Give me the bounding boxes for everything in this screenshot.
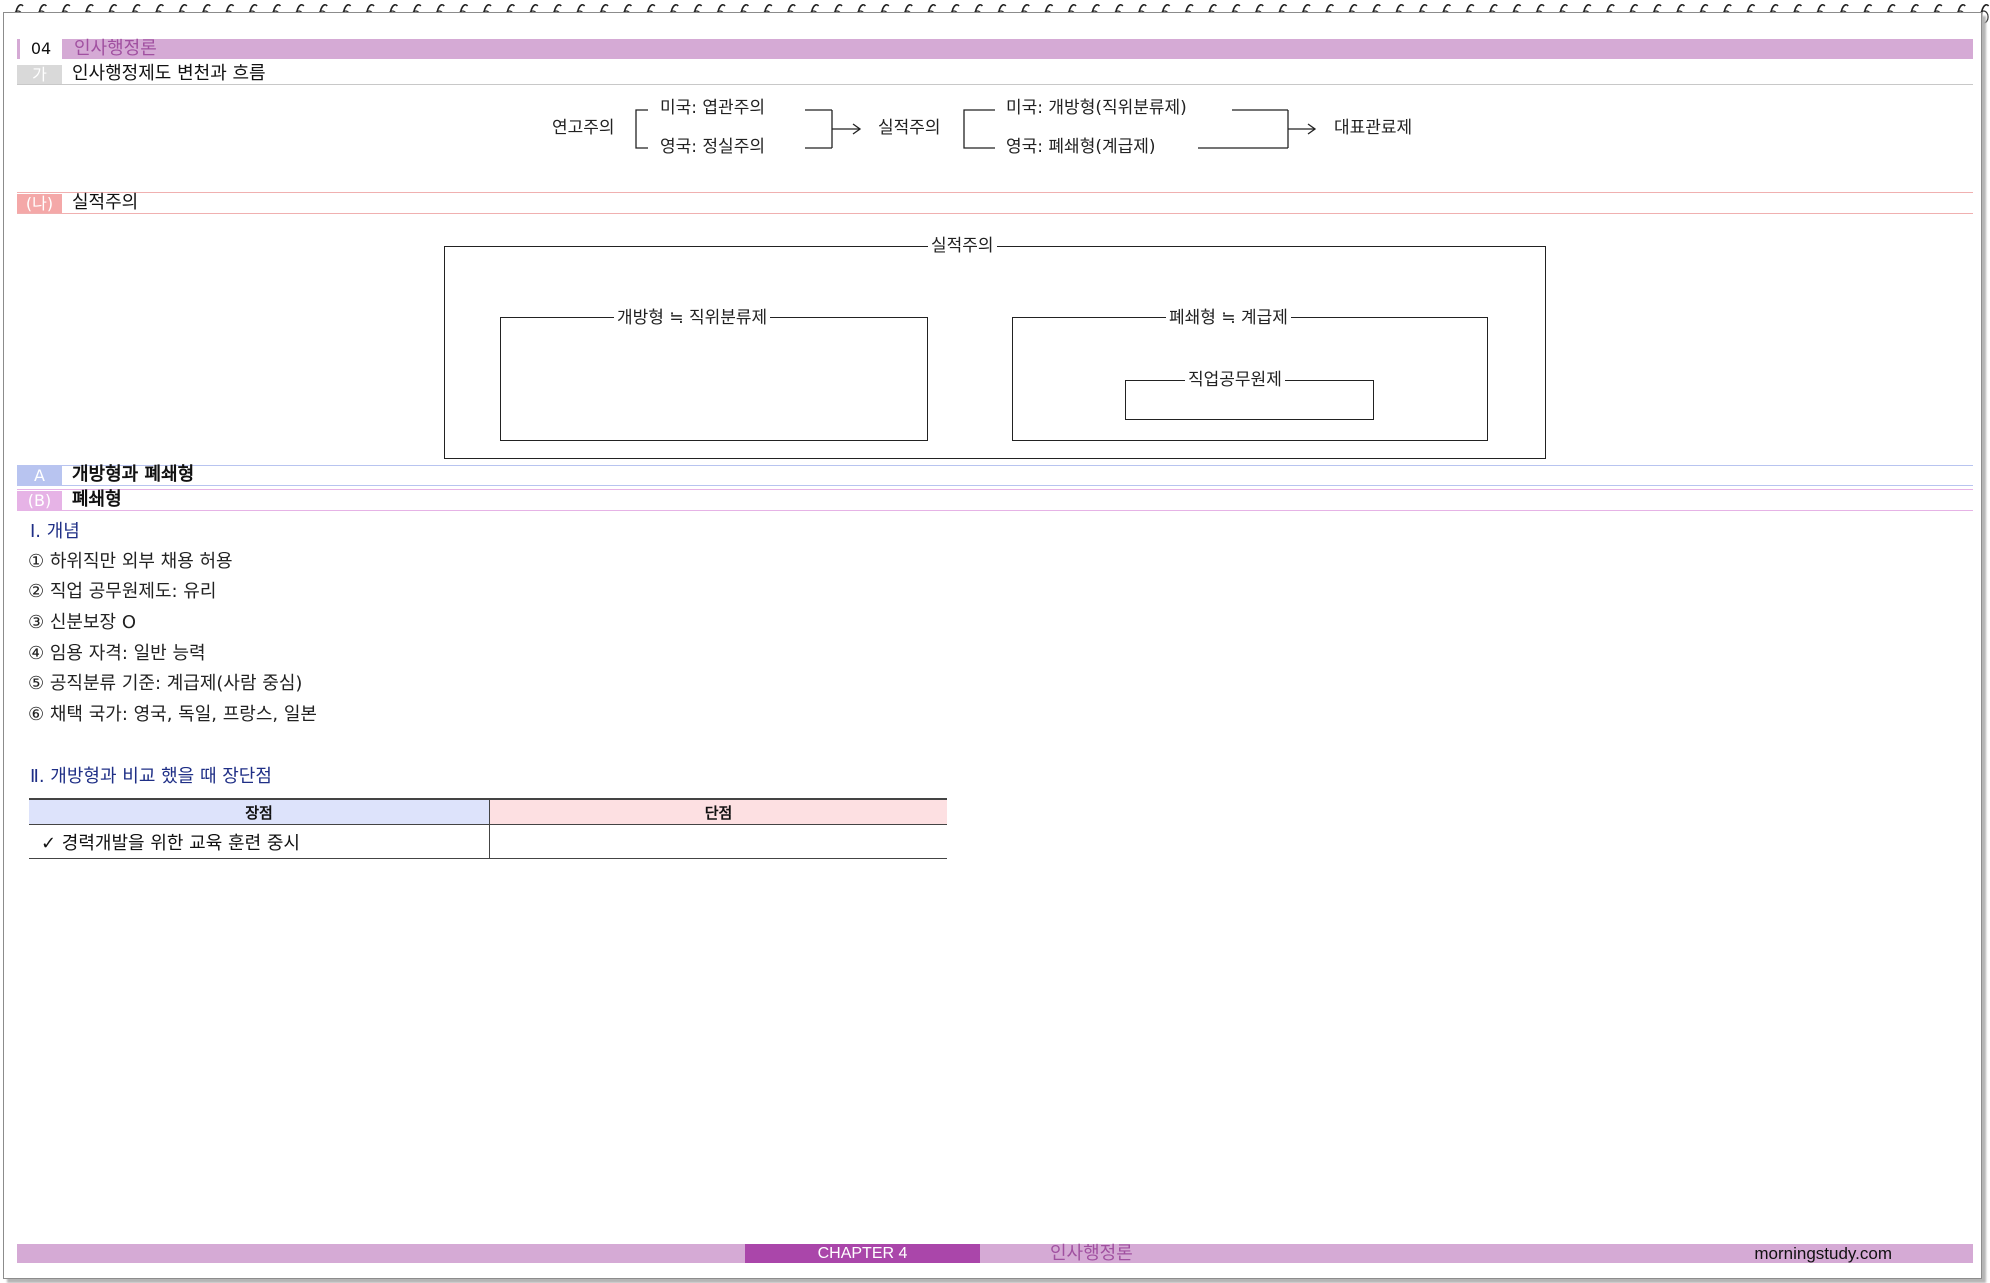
section-na-rule	[17, 213, 1973, 214]
flow-uk-patronage: 영국: 정실주의	[660, 137, 765, 157]
career-civil-service-label: 직업공무원제	[1185, 369, 1285, 391]
section-b-title: 폐쇄형	[72, 489, 122, 510]
section-b-top-rule	[17, 489, 1973, 490]
flow-us-merit: 미국: 개방형(직위분류제)	[1006, 98, 1187, 118]
concept-item: ④ 임용 자격: 일반 능력	[28, 643, 206, 664]
section-a-top-rule	[17, 465, 1973, 466]
section-ga-rule	[17, 84, 1973, 85]
section-na-badge-label: (나)	[25, 194, 54, 213]
flow-connectors	[635, 109, 1317, 149]
section-ga-badge-label: 가	[32, 65, 47, 84]
paper-sheet	[3, 12, 1982, 1279]
footer-subject: 인사행정론	[1050, 1243, 1133, 1264]
closed-type-label: 폐쇄형 ≒ 계급제	[1166, 307, 1291, 329]
page: 04 인사행정론 가 인사행정제도 변천과 흐름 연고주의 미국: 엽관주의 영…	[0, 0, 1990, 1283]
footer-bar	[17, 1244, 1973, 1263]
section-a-title: 개방형과 폐쇄형	[72, 464, 195, 485]
chapter-header-bar	[17, 39, 1973, 59]
footer-site: morningstudy.com	[1754, 1244, 1892, 1263]
section-b-rule	[17, 510, 1973, 511]
table-row: ✓ 경력개발을 위한 교육 훈련 중시	[29, 824, 947, 859]
cons-header: 단점	[489, 798, 947, 825]
chapter-number: 04	[20, 39, 62, 59]
chapter-title: 인사행정론	[74, 38, 157, 59]
concept-title: Ⅰ. 개념	[30, 521, 80, 542]
merit-outer-label: 실적주의	[928, 235, 997, 257]
section-na-title: 실적주의	[72, 192, 139, 213]
concept-item: ⑤ 공직분류 기준: 계급제(사람 중심)	[28, 673, 303, 694]
concept-item: ③ 신분보장 O	[28, 612, 136, 633]
concept-item: ① 하위직만 외부 채용 허용	[28, 551, 233, 572]
section-b-badge-label: (B)	[27, 491, 52, 510]
pros-cons-table: 장점 단점 ✓ 경력개발을 위한 교육 훈련 중시	[29, 798, 947, 859]
flow-merit-label: 실적주의	[878, 118, 941, 138]
open-type-box	[500, 317, 928, 441]
comparison-title: Ⅱ. 개방형과 비교 했을 때 장단점	[30, 766, 272, 787]
flow-uk-merit: 영국: 폐쇄형(계급제)	[1006, 137, 1156, 157]
pros-cell: ✓ 경력개발을 위한 교육 훈련 중시	[29, 824, 490, 859]
section-a-badge-label: A	[34, 466, 45, 485]
section-a-rule	[17, 485, 1973, 486]
concept-item: ⑥ 채택 국가: 영국, 독일, 프랑스, 일본	[28, 704, 317, 725]
section-ga-title: 인사행정제도 변천과 흐름	[72, 63, 266, 84]
section-na-top-rule	[17, 192, 1973, 193]
flow-start-label: 연고주의	[552, 118, 615, 138]
pros-header: 장점	[29, 798, 490, 825]
flow-us-patronage: 미국: 엽관주의	[660, 98, 765, 118]
flow-end-label: 대표관료제	[1334, 118, 1413, 138]
cons-cell	[489, 824, 947, 859]
concept-item: ② 직업 공무원제도: 유리	[28, 581, 217, 602]
open-type-label: 개방형 ≒ 직위분류제	[614, 307, 771, 329]
footer-chapter-label: CHAPTER 4	[745, 1244, 980, 1263]
